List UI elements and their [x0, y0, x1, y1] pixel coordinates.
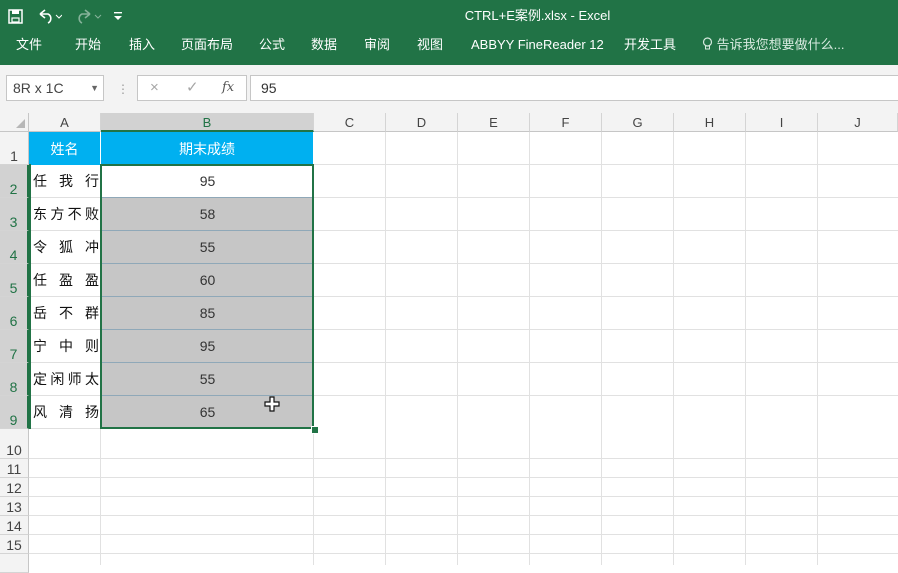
tell-me-box[interactable]: 告诉我您想要做什么... — [702, 32, 844, 58]
cancel-icon[interactable]: × — [150, 76, 159, 100]
gridline — [314, 329, 898, 330]
tab-file[interactable]: 文件 — [16, 32, 42, 58]
cell-a9-name[interactable]: 风清扬 — [29, 396, 101, 429]
gridline — [29, 496, 898, 497]
tab-abbyy[interactable]: ABBYY FineReader 12 — [471, 32, 604, 58]
cell-a1-name-header[interactable]: 姓名 — [29, 132, 101, 165]
tab-formulas[interactable]: 公式 — [259, 32, 285, 58]
window-title: CTRL+E案例.xlsx - Excel — [464, 8, 611, 23]
select-all-corner[interactable] — [0, 113, 29, 132]
formula-bar: 8R x 1C ▼ ⋮ × ✓ fx 95 — [0, 65, 898, 114]
row-header-7[interactable]: 7 — [0, 330, 29, 363]
cell-a5-name[interactable]: 任盈盈 — [29, 264, 101, 297]
formula-buttons: × ✓ fx — [137, 75, 247, 101]
name-box[interactable]: 8R x 1C ▼ — [6, 75, 104, 101]
gridline — [29, 515, 898, 516]
gridline — [29, 534, 898, 535]
cell-b8-score[interactable]: 55 — [101, 363, 314, 396]
lightbulb-icon — [702, 37, 717, 52]
column-header-j[interactable]: J — [818, 113, 898, 132]
gridline — [314, 197, 898, 198]
tab-data[interactable]: 数据 — [311, 32, 337, 58]
gridline — [314, 230, 898, 231]
cell-b4-score[interactable]: 55 — [101, 231, 314, 264]
gridline — [100, 429, 101, 565]
name-box-dropdown-icon[interactable]: ▼ — [90, 76, 99, 100]
cell-a3-name[interactable]: 东方不败 — [29, 198, 101, 231]
gridline — [314, 263, 898, 264]
tab-page-layout[interactable]: 页面布局 — [181, 32, 233, 58]
tab-insert[interactable]: 插入 — [129, 32, 155, 58]
column-header-g[interactable]: G — [602, 113, 674, 132]
cell-a7-name[interactable]: 宁中则 — [29, 330, 101, 363]
tell-me-text: 告诉我您想要做什么... — [716, 37, 845, 52]
row-header-6[interactable]: 6 — [0, 297, 29, 330]
cell-b7-score[interactable]: 95 — [101, 330, 314, 363]
cell-a8-name[interactable]: 定闲师太 — [29, 363, 101, 396]
cell-b5-score[interactable]: 60 — [101, 264, 314, 297]
formula-input[interactable]: 95 — [250, 75, 898, 101]
row-header-4[interactable]: 4 — [0, 231, 29, 264]
column-header-e[interactable]: E — [458, 113, 530, 132]
gridline — [29, 553, 898, 554]
row-header-10[interactable]: 10 — [0, 429, 29, 459]
gridline — [314, 164, 898, 165]
tab-review[interactable]: 审阅 — [364, 32, 390, 58]
row-header-16[interactable] — [0, 554, 29, 573]
tab-developer[interactable]: 开发工具 — [624, 32, 676, 58]
row-header-8[interactable]: 8 — [0, 363, 29, 396]
row-header-3[interactable]: 3 — [0, 198, 29, 231]
gridline — [314, 296, 898, 297]
cell-b3-score[interactable]: 58 — [101, 198, 314, 231]
cell-b9-score[interactable]: 65 — [101, 396, 314, 429]
column-header-b[interactable]: B — [101, 113, 314, 132]
cell-cursor-icon — [264, 396, 280, 416]
cell-b1-score-header[interactable]: 期末成绩 — [101, 132, 314, 165]
fill-handle[interactable] — [311, 426, 319, 434]
column-header-i[interactable]: I — [746, 113, 818, 132]
column-header-a[interactable]: A — [29, 113, 101, 132]
row-header-14[interactable]: 14 — [0, 516, 29, 535]
gridline — [29, 477, 898, 478]
cell-b2-score[interactable]: 95 — [101, 165, 314, 198]
row-header-15[interactable]: 15 — [0, 535, 29, 554]
row-header-5[interactable]: 5 — [0, 264, 29, 297]
column-header-h[interactable]: H — [674, 113, 746, 132]
formula-bar-grip-icon[interactable]: ⋮ — [117, 82, 129, 96]
tab-view[interactable]: 视图 — [417, 32, 443, 58]
gridline — [314, 395, 898, 396]
gridline — [29, 458, 898, 459]
title-bar: CTRL+E案例.xlsx - Excel — [0, 0, 898, 32]
cell-b6-score[interactable]: 85 — [101, 297, 314, 330]
row-header-11[interactable]: 11 — [0, 459, 29, 478]
name-box-value: 8R x 1C — [13, 80, 64, 96]
column-header-f[interactable]: F — [530, 113, 602, 132]
row-header-13[interactable]: 13 — [0, 497, 29, 516]
tab-home[interactable]: 开始 — [75, 32, 101, 58]
cell-a6-name[interactable]: 岳不群 — [29, 297, 101, 330]
gridline — [313, 429, 314, 565]
enter-icon[interactable]: ✓ — [186, 76, 199, 100]
row-header-2[interactable]: 2 — [0, 165, 29, 198]
row-header-12[interactable]: 12 — [0, 478, 29, 497]
row-header-1[interactable]: 1 — [0, 132, 29, 165]
insert-function-icon[interactable]: fx — [222, 76, 234, 100]
column-header-c[interactable]: C — [314, 113, 386, 132]
gridline — [314, 362, 898, 363]
row-header-9[interactable]: 9 — [0, 396, 29, 429]
cell-a2-name[interactable]: 任我行 — [29, 165, 101, 198]
ribbon-tabs: 文件 开始 插入 页面布局 公式 数据 审阅 视图 ABBYY FineRead… — [0, 32, 898, 65]
column-header-d[interactable]: D — [386, 113, 458, 132]
cell-a4-name[interactable]: 令狐冲 — [29, 231, 101, 264]
